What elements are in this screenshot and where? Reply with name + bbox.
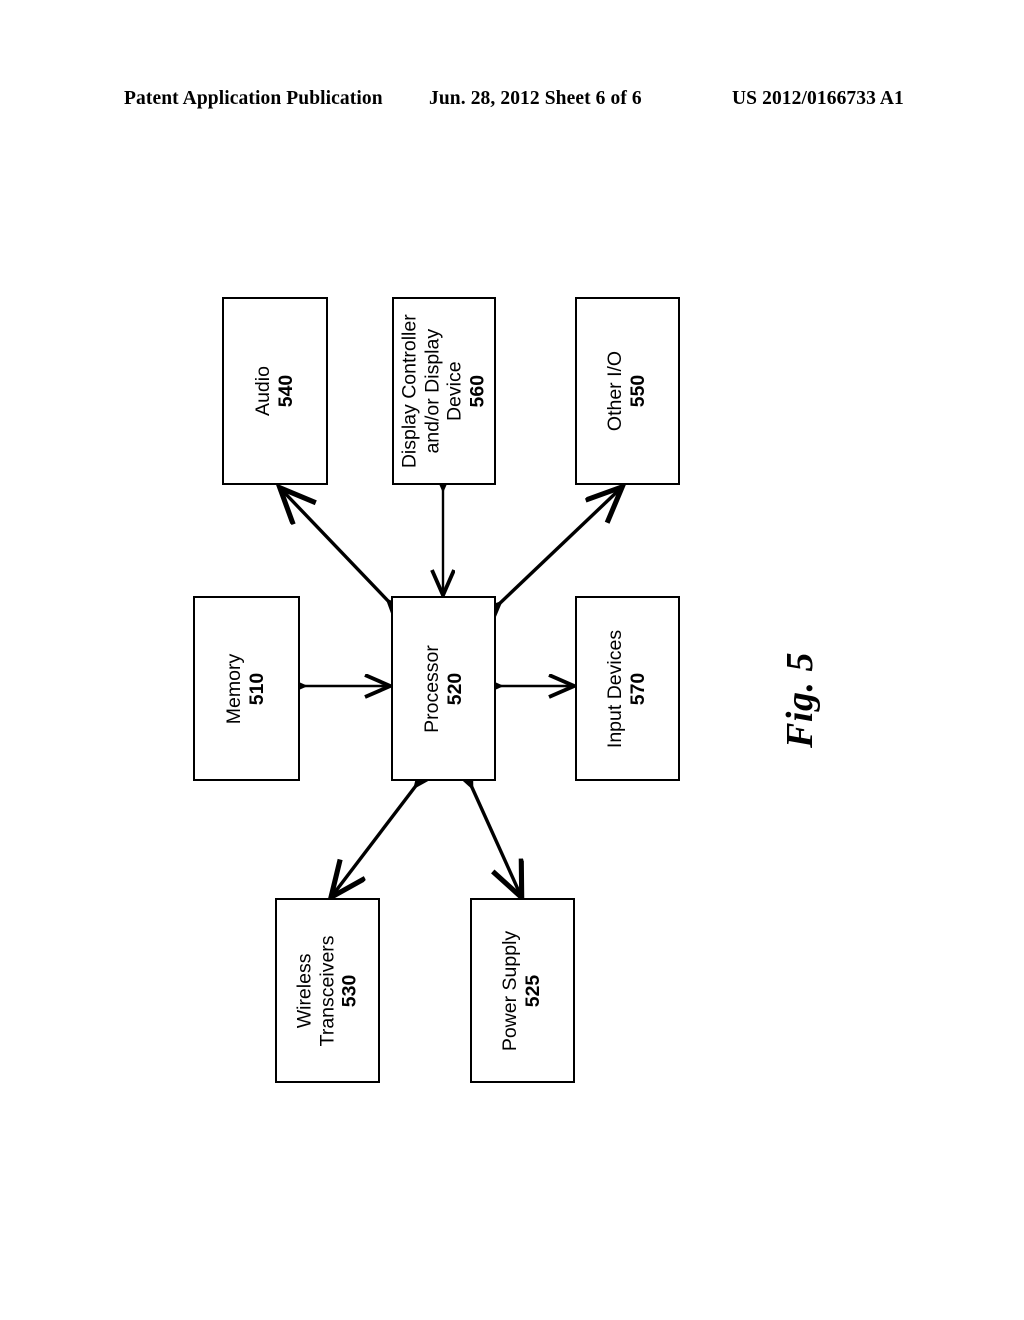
block-display-label-line3: Device <box>444 361 467 421</box>
block-other-io: Other I/O 550 <box>575 297 680 485</box>
block-input-devices-label: Input Devices <box>604 629 627 748</box>
connector-arrows-layer <box>0 0 1024 1320</box>
block-power-supply: Power Supply 525 <box>470 898 575 1083</box>
block-display-number: 560 <box>466 374 489 408</box>
block-audio-label: Audio <box>252 366 274 416</box>
block-other-io-number: 550 <box>627 374 650 408</box>
block-input-devices-number: 570 <box>627 672 650 705</box>
block-processor-number: 520 <box>443 672 466 705</box>
block-processor: Processor 520 <box>391 596 496 781</box>
connector-processor-wireless <box>332 783 418 896</box>
connector-processor-other-io <box>497 488 621 606</box>
block-display-label-line2: and/or Display <box>421 328 444 454</box>
block-wireless-label-line1: Wireless <box>293 953 316 1028</box>
connector-processor-power-supply <box>470 783 521 896</box>
block-input-devices: Input Devices 570 <box>575 596 680 781</box>
block-audio-number: 540 <box>275 374 297 408</box>
figure-caption: Fig. 5 <box>745 635 855 765</box>
block-other-io-label: Other I/O <box>604 350 627 432</box>
block-wireless-number: 530 <box>338 974 361 1007</box>
block-wireless-label-line2: Transceivers <box>316 935 339 1046</box>
block-display-controller: Display Controller and/or Display Device… <box>392 297 496 485</box>
block-power-supply-number: 525 <box>522 974 545 1007</box>
block-memory-number: 510 <box>246 672 269 705</box>
figure-5-block-diagram: Audio 540 Display Controller and/or Disp… <box>0 0 1024 1320</box>
connector-processor-audio <box>281 489 391 604</box>
block-wireless-transceivers: Wireless Transceivers 530 <box>275 898 380 1083</box>
block-processor-label: Processor <box>420 644 443 733</box>
figure-caption-text: Fig. 5 <box>779 652 821 748</box>
block-audio: Audio 540 <box>222 297 328 485</box>
block-power-supply-label: Power Supply <box>499 930 522 1051</box>
block-display-label-line1: Display Controller <box>398 314 421 468</box>
block-memory-label: Memory <box>223 653 246 724</box>
block-memory: Memory 510 <box>193 596 300 781</box>
